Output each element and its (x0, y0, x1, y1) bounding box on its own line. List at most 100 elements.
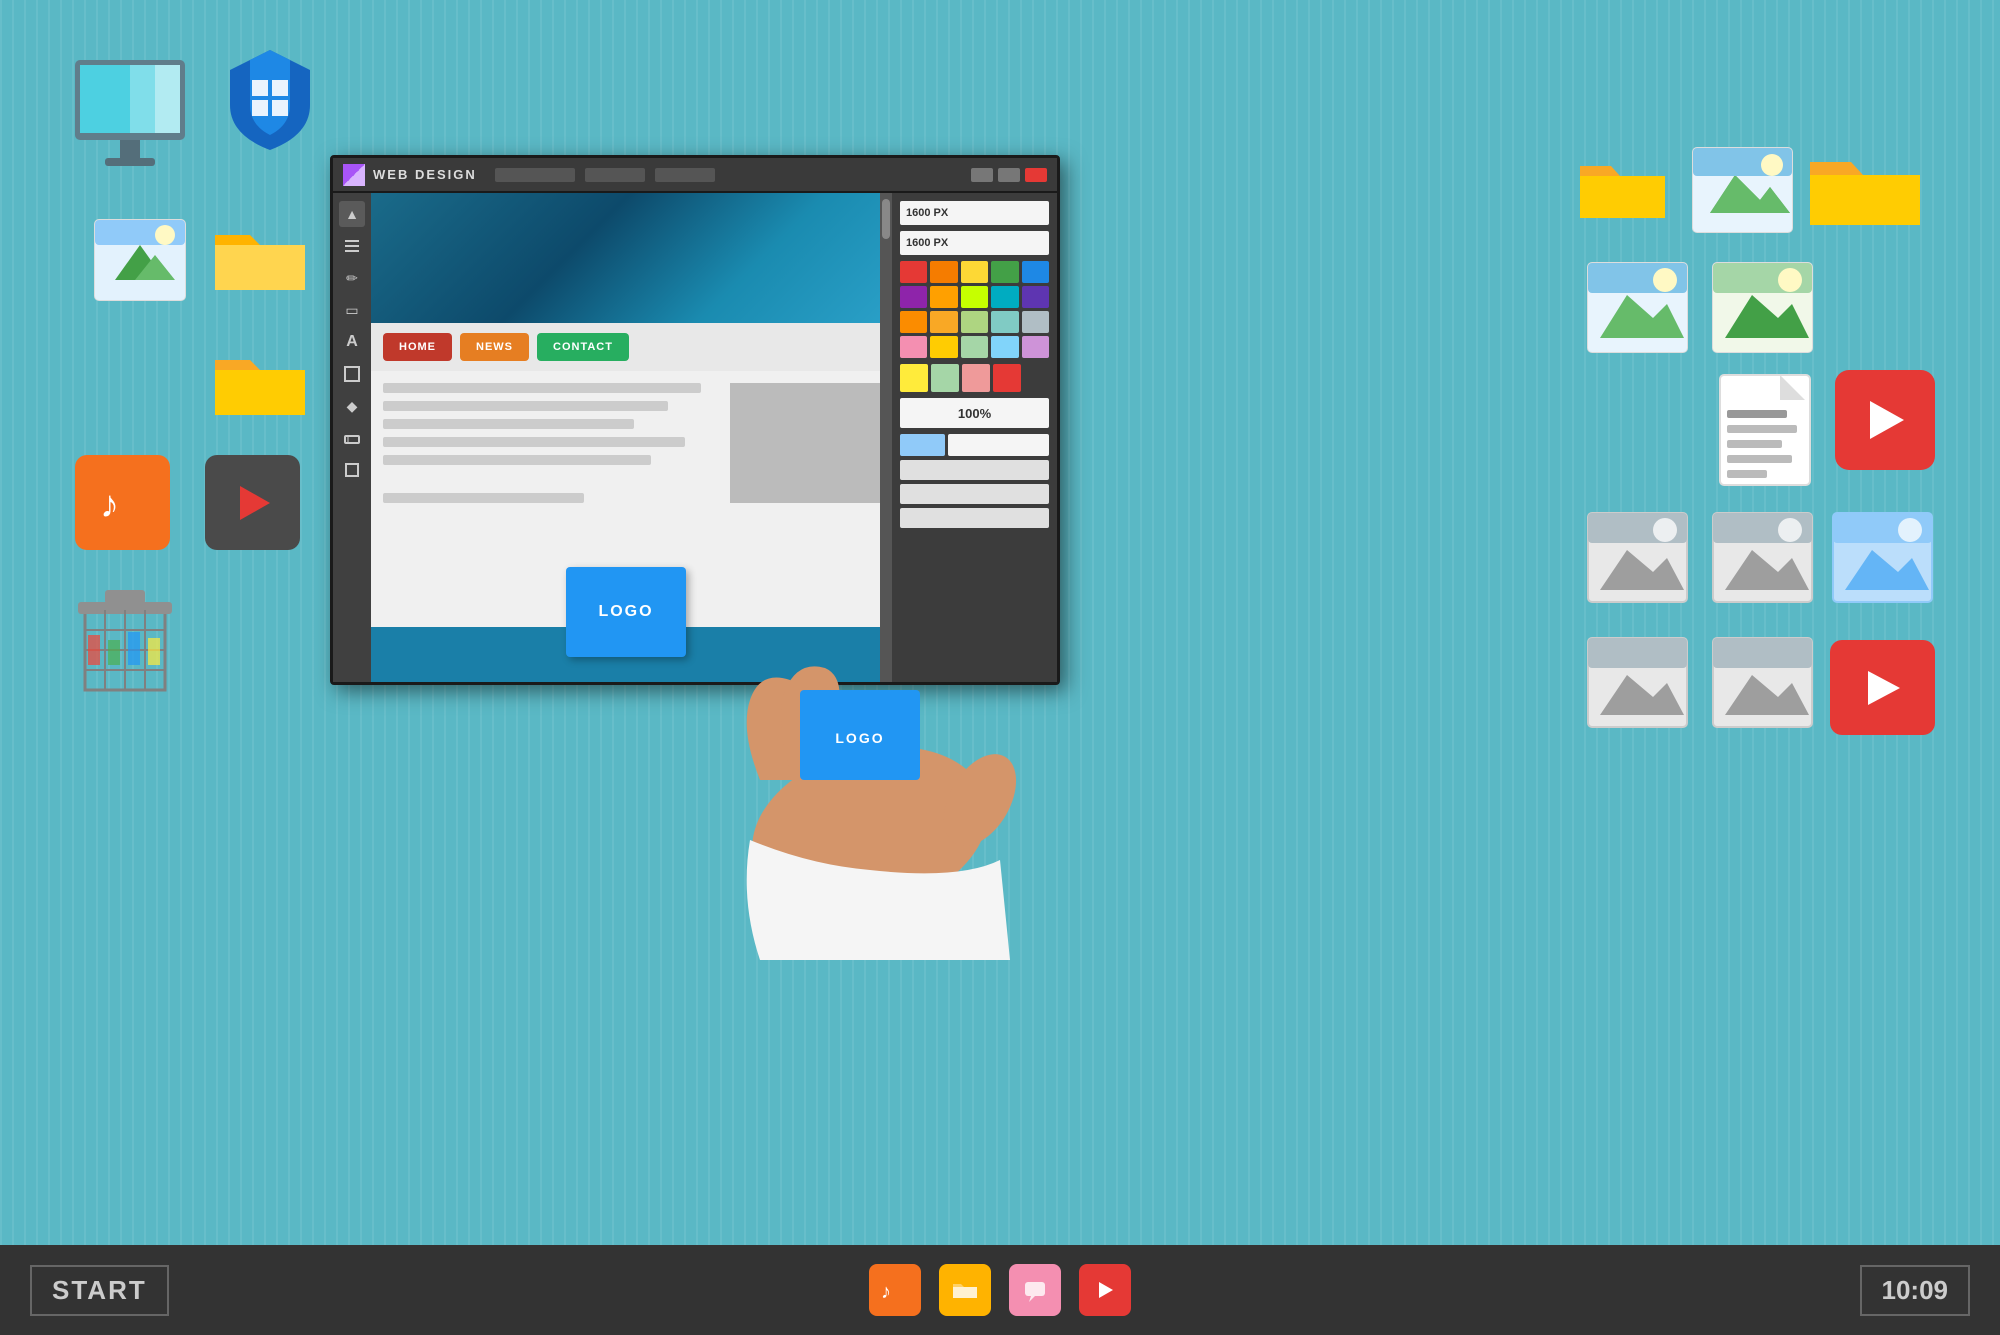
image-icon-br1[interactable] (1585, 510, 1690, 605)
layer-blue-1[interactable] (900, 434, 945, 456)
layer-item-3[interactable] (900, 508, 1049, 528)
folder-icon-tl[interactable] (210, 215, 310, 300)
menu-bar-item-2 (585, 168, 645, 182)
zoom-control[interactable]: 100% (900, 398, 1049, 428)
editor-panel: 1600 PX 1600 PX (892, 193, 1057, 682)
swatch-deep-purple[interactable] (1022, 286, 1049, 308)
image-icon-rm2[interactable] (1710, 260, 1815, 355)
pen-tool[interactable]: ✏ (339, 265, 365, 291)
swatch-orange2[interactable] (900, 311, 927, 333)
folder-icon-tl2[interactable] (210, 340, 310, 425)
swatch-light-blue[interactable] (991, 336, 1018, 358)
menu-bar-item-1 (495, 168, 575, 182)
taskbar-chat-icon[interactable] (1009, 1264, 1061, 1316)
content-line-4 (383, 437, 685, 447)
color-palette (900, 261, 1049, 358)
svg-text:♪: ♪ (881, 1281, 891, 1303)
sticky-yellow[interactable] (900, 364, 928, 392)
select-tool[interactable]: ▲ (339, 201, 365, 227)
swatch-amber2[interactable] (930, 311, 957, 333)
play-icon-right[interactable] (1835, 370, 1935, 470)
website-content-preview (371, 371, 892, 523)
maximize-button[interactable] (998, 168, 1020, 182)
content-line-3 (383, 419, 634, 429)
image-icon-rm1[interactable] (1585, 260, 1690, 355)
nav-home-button: HOME (383, 333, 452, 361)
swatch-gray[interactable] (1022, 311, 1049, 333)
folder-right-1[interactable] (1575, 148, 1670, 228)
swatch-yellow[interactable] (961, 261, 988, 283)
sticky-red[interactable] (993, 364, 1021, 392)
height-input[interactable]: 1600 PX (900, 231, 1049, 255)
lines-tool[interactable] (339, 233, 365, 259)
document-icon[interactable] (1715, 370, 1815, 490)
swatch-orange[interactable] (930, 261, 957, 283)
spacer (383, 473, 718, 493)
music-icon[interactable]: ♪ (75, 455, 170, 550)
sticky-red-light[interactable] (962, 364, 990, 392)
swatch-lime[interactable] (961, 286, 988, 308)
content-image-placeholder (730, 383, 880, 503)
swatch-amber[interactable] (930, 286, 957, 308)
clock-display: 10:09 (1860, 1265, 1971, 1316)
image-icon-br4[interactable] (1585, 635, 1690, 730)
swatch-light-green[interactable] (961, 311, 988, 333)
shape-tool[interactable] (339, 361, 365, 387)
close-button[interactable] (1025, 168, 1047, 182)
width-input[interactable]: 1600 PX (900, 201, 1049, 225)
content-line-6 (383, 493, 584, 503)
sticky-green[interactable] (931, 364, 959, 392)
content-text-area (383, 383, 718, 511)
image-icon-br2[interactable] (1710, 510, 1815, 605)
content-line-2 (383, 401, 668, 411)
image-icon-tl[interactable] (90, 215, 190, 305)
taskbar-play-icon[interactable] (1079, 1264, 1131, 1316)
monitor-desktop-icon[interactable] (65, 55, 205, 185)
trash-icon[interactable] (70, 580, 190, 710)
play-icon-left[interactable] (205, 455, 300, 550)
swatch-teal[interactable] (991, 311, 1018, 333)
play-icon-br[interactable] (1830, 640, 1935, 735)
image-icon-br3[interactable] (1830, 510, 1935, 605)
editor-canvas: HOME NEWS CONTACT LOGO (371, 193, 892, 682)
rect-tool[interactable]: ▭ (339, 297, 365, 323)
folder-right-2[interactable] (1805, 140, 1925, 235)
swatch-green2[interactable] (961, 336, 988, 358)
shield-desktop-icon[interactable] (220, 45, 320, 155)
swatch-blue[interactable] (1022, 261, 1049, 283)
editor-titlebar: WEB DESIGN (333, 158, 1057, 193)
swatch-pink[interactable] (900, 336, 927, 358)
swatch-red[interactable] (900, 261, 927, 283)
window-controls (971, 168, 1047, 182)
taskbar-music-icon[interactable]: ♪ (869, 1264, 921, 1316)
minimize-button[interactable] (971, 168, 993, 182)
image-icon-r1[interactable] (1690, 145, 1795, 235)
start-button[interactable]: START (30, 1265, 169, 1316)
editor-toolbar: ▲ ✏ ▭ A ◆ (333, 193, 371, 682)
nav-news-button: NEWS (460, 333, 529, 361)
image-icon-br5[interactable] (1710, 635, 1815, 730)
diamond-tool[interactable]: ◆ (339, 393, 365, 419)
content-line-1 (383, 383, 701, 393)
swatch-green[interactable] (991, 261, 1018, 283)
taskbar-folder-icon[interactable] (939, 1264, 991, 1316)
layer-item-2[interactable] (900, 484, 1049, 504)
swatch-purple[interactable] (900, 286, 927, 308)
swatch-cyan[interactable] (991, 286, 1018, 308)
layer-white-1[interactable] (948, 434, 1049, 456)
crop-tool[interactable] (339, 457, 365, 483)
text-tool[interactable]: A (339, 329, 365, 355)
scrollbar-thumb[interactable] (882, 199, 890, 239)
editor-window: WEB DESIGN ▲ ✏ ▭ A ◆ (330, 155, 1060, 685)
logo-card[interactable]: LOGO (566, 567, 686, 657)
eraser-tool[interactable] (339, 425, 365, 451)
swatch-lavender[interactable] (1022, 336, 1049, 358)
taskbar-icons: ♪ (869, 1264, 1131, 1316)
sticky-notes-row (900, 364, 1049, 392)
layers-panel (900, 460, 1049, 528)
editor-scrollbar[interactable] (880, 193, 892, 682)
layer-indicator (900, 434, 1049, 456)
swatch-yellow2[interactable] (930, 336, 957, 358)
nav-contact-button: CONTACT (537, 333, 629, 361)
layer-item-1[interactable] (900, 460, 1049, 480)
